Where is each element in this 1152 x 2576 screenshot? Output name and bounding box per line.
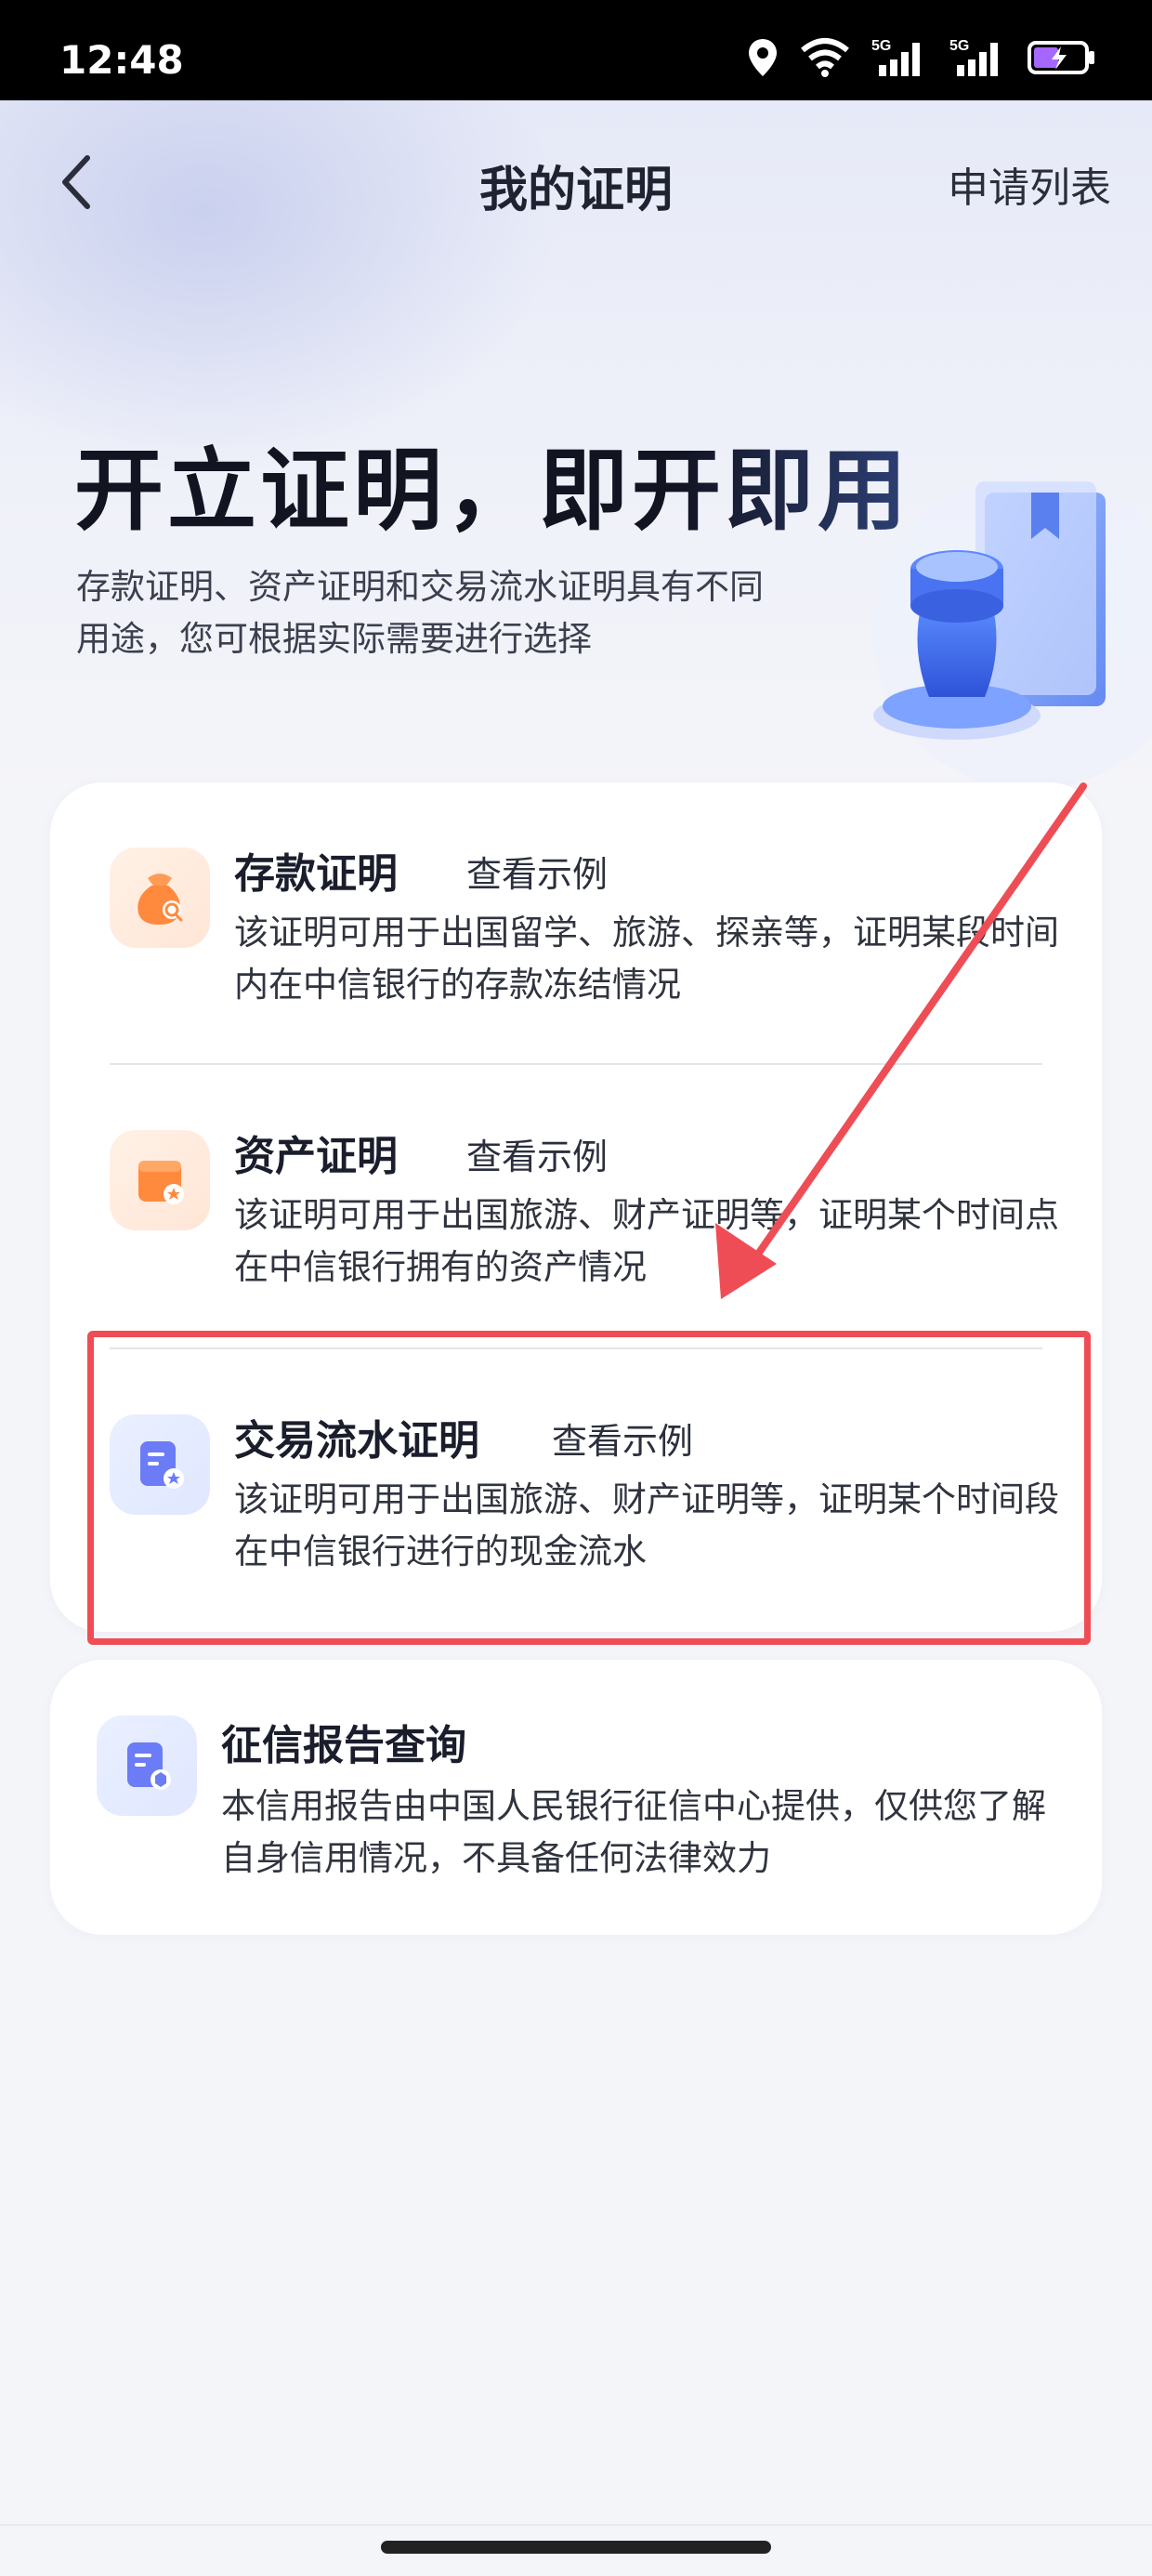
svg-text:5G: 5G <box>949 38 969 54</box>
application-list-link[interactable]: 申请列表 <box>948 154 1111 214</box>
credit-report-card[interactable]: 征信报告查询 本信用报告由中国人民银行征信中心提供，仅供您了解自身信用情况，不具… <box>50 1660 1102 1935</box>
bottom-divider <box>0 2524 1152 2526</box>
highlight-box <box>87 1331 1091 1645</box>
wifi-icon <box>801 38 849 77</box>
asset-box-icon <box>110 1130 210 1230</box>
credit-report-icon <box>97 1715 197 1816</box>
credit-report-desc: 本信用报告由中国人民银行征信中心提供，仅供您了解自身信用情况，不具备任何法律效力 <box>221 1786 1046 1878</box>
money-bag-search-icon <box>110 848 210 948</box>
asset-certificate-item[interactable]: 资产证明 查看示例 该证明可用于出国旅游、财产证明等，证明某个时间点在中信银行拥… <box>50 1123 1102 1346</box>
hero-subline: 存款证明、资产证明和交易流水证明具有不同用途，您可根据实际需要进行选择 <box>76 567 764 659</box>
hero-headline: 开立证明，即开即用 <box>74 418 910 547</box>
credit-report-title: 征信报告查询 <box>221 1722 466 1769</box>
divider <box>110 1063 1042 1065</box>
home-indicator[interactable] <box>381 2541 771 2554</box>
signal-5g-icon: 5G <box>949 38 998 76</box>
svg-text:5G: 5G <box>871 38 891 54</box>
stamp-illustration <box>873 474 1152 790</box>
location-icon <box>749 39 777 76</box>
deposit-certificate-item[interactable]: 存款证明 查看示例 该证明可用于出国留学、旅游、探亲等，证明某段时间内在中信银行… <box>50 840 1102 1063</box>
status-time: 12:48 <box>59 37 184 83</box>
deposit-view-example-link[interactable]: 查看示例 <box>466 846 608 897</box>
deposit-certificate-desc: 该证明可用于出国留学、旅游、探亲等，证明某段时间内在中信银行的存款冻结情况 <box>234 913 1059 1005</box>
asset-certificate-desc: 该证明可用于出国旅游、财产证明等，证明某个时间点在中信银行拥有的资产情况 <box>234 1195 1059 1287</box>
signal-5g-icon: 5G <box>871 38 920 76</box>
status-icons: 5G 5G <box>747 37 1096 78</box>
battery-icon <box>1028 41 1094 74</box>
deposit-certificate-title: 存款证明 <box>234 850 398 898</box>
status-bar: 12:48 5G 5G <box>0 0 1152 100</box>
asset-certificate-title: 资产证明 <box>234 1133 398 1180</box>
asset-view-example-link[interactable]: 查看示例 <box>466 1128 608 1179</box>
